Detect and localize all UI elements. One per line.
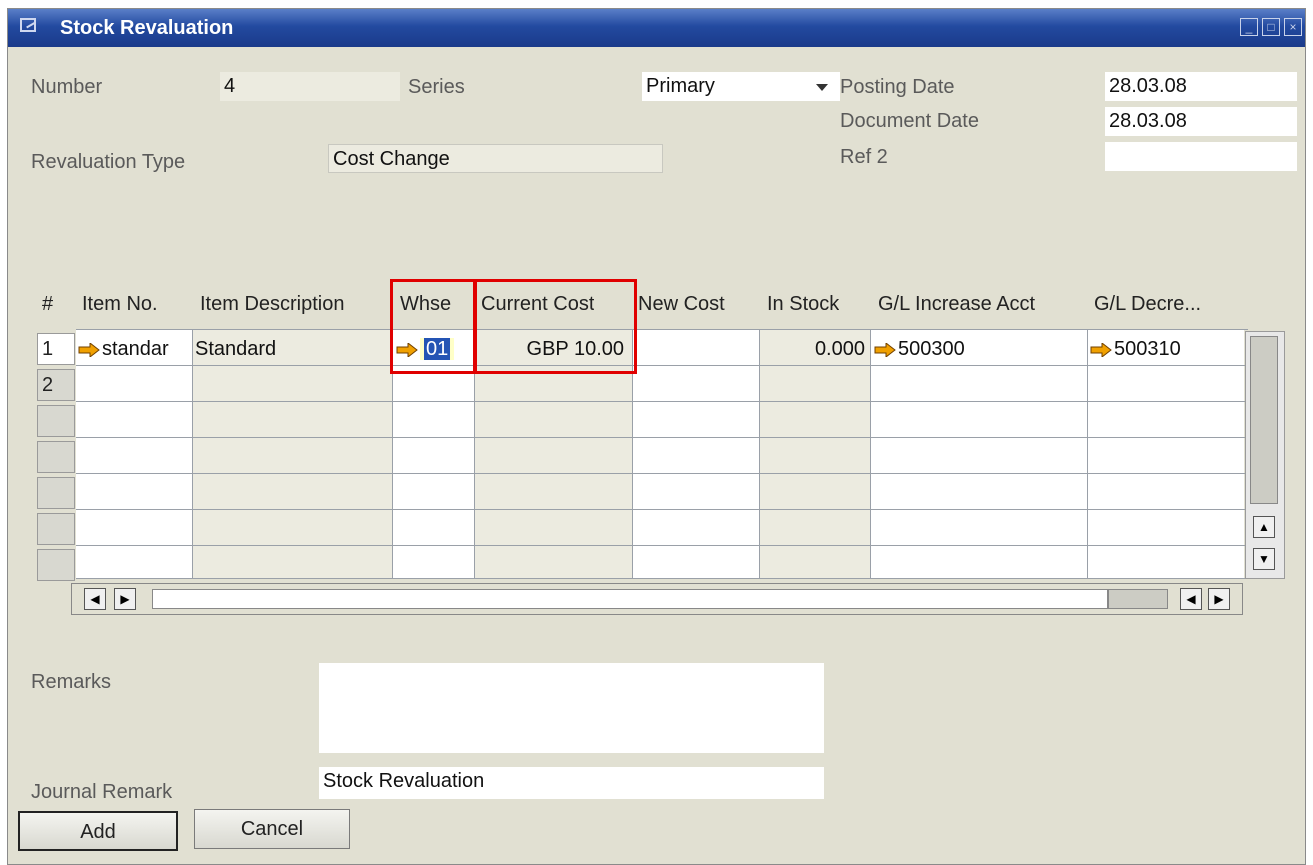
col-bg-item-no (76, 329, 192, 578)
col-header-new-cost[interactable]: New Cost (638, 293, 725, 329)
cancel-button[interactable]: Cancel (194, 809, 350, 849)
revaluation-type-label: Revaluation Type (31, 151, 186, 173)
col-bg-gl-decrease (1087, 329, 1244, 578)
grid-line (76, 509, 1248, 510)
new-cost-cell[interactable] (634, 334, 754, 364)
row-number-3[interactable] (37, 405, 75, 437)
row-number-5[interactable] (37, 477, 75, 509)
link-arrow-icon[interactable] (874, 342, 896, 357)
gl-increase-cell[interactable]: 500300 (874, 334, 1084, 364)
vertical-scrollbar[interactable]: ▲ ▼ (1245, 331, 1285, 579)
highlight-box-whse (390, 279, 477, 374)
series-dropdown[interactable]: Primary (642, 72, 840, 101)
in-stock-cell: 0.000 (814, 338, 865, 360)
revaluation-type-field: Cost Change (328, 144, 663, 173)
remarks-label: Remarks (31, 671, 112, 693)
row-number-2[interactable]: 2 (37, 369, 75, 401)
col-header-item-description[interactable]: Item Description (200, 293, 345, 329)
grid-line (76, 473, 1248, 474)
grid-line (76, 329, 1248, 330)
vertical-scroll-thumb[interactable] (1250, 336, 1278, 504)
row-number-7[interactable] (37, 549, 75, 581)
col-bg-in-stock (759, 329, 870, 578)
posting-date-label: Posting Date (840, 76, 955, 98)
item-no-cell[interactable]: standar (102, 338, 169, 360)
scroll-right-icon-2[interactable]: ▶ (1208, 588, 1230, 610)
minimize-icon[interactable]: _ (1240, 18, 1258, 36)
scroll-down-icon[interactable]: ▼ (1253, 548, 1275, 570)
grid-line (76, 545, 1248, 546)
series-label: Series (408, 76, 465, 98)
stock-revaluation-window: Stock Revaluation _ □ × Number 4 Series … (7, 8, 1306, 865)
highlight-box-current-cost (473, 279, 637, 374)
grid-line (76, 437, 1248, 438)
col-bg-gl-increase (870, 329, 1087, 578)
col-header-num[interactable]: # (42, 293, 53, 329)
posting-date-field[interactable]: 28.03.08 (1105, 72, 1297, 101)
col-bg-new-cost (632, 329, 759, 578)
link-arrow-icon[interactable] (1090, 342, 1112, 357)
col-header-item-no[interactable]: Item No. (82, 293, 158, 329)
scroll-left-icon[interactable]: ◀ (84, 588, 106, 610)
horizontal-scroll-track[interactable] (152, 589, 1108, 609)
number-label: Number (31, 76, 103, 98)
col-bg-item-desc (192, 329, 392, 578)
gl-decrease-cell[interactable]: 500310 (1090, 334, 1242, 364)
journal-remark-label: Journal Remark (31, 781, 173, 803)
document-date-label: Document Date (840, 110, 979, 132)
window-title: Stock Revaluation (60, 17, 234, 39)
grid-line (76, 401, 1248, 402)
close-icon[interactable]: × (1284, 18, 1302, 36)
grid-line (1087, 329, 1088, 578)
number-field: 4 (220, 72, 400, 101)
add-button[interactable]: Add (18, 811, 178, 851)
form-icon (20, 18, 36, 32)
row-number-1[interactable]: 1 (37, 333, 75, 365)
maximize-icon[interactable]: □ (1262, 18, 1280, 36)
grid-line (759, 329, 760, 578)
link-arrow-icon[interactable] (78, 342, 100, 357)
scroll-up-icon[interactable]: ▲ (1253, 516, 1275, 538)
table-row[interactable]: standar (78, 334, 190, 364)
gl-decrease-value: 500310 (1114, 338, 1181, 360)
scroll-left-icon-2[interactable]: ◀ (1180, 588, 1202, 610)
chevron-down-icon[interactable] (816, 84, 828, 91)
horizontal-scrollbar[interactable]: ◀ ▶ ◀ ▶ (71, 583, 1243, 615)
item-description-cell[interactable]: Standard (195, 334, 390, 364)
remarks-textarea[interactable] (319, 663, 824, 753)
ref2-label: Ref 2 (840, 146, 888, 168)
ref2-field[interactable] (1105, 142, 1297, 171)
row-number-4[interactable] (37, 441, 75, 473)
grid-line (76, 578, 1248, 579)
scroll-right-icon[interactable]: ▶ (114, 588, 136, 610)
grid-line (76, 365, 1248, 366)
row-number-6[interactable] (37, 513, 75, 545)
grid-line (192, 329, 193, 578)
col-header-in-stock[interactable]: In Stock (767, 293, 839, 329)
title-bar: Stock Revaluation _ □ × (8, 9, 1305, 47)
horizontal-scroll-thumb[interactable] (1108, 589, 1168, 609)
col-header-gl-increase[interactable]: G/L Increase Acct (878, 293, 1035, 329)
journal-remark-field[interactable]: Stock Revaluation (319, 767, 824, 799)
col-header-gl-decrease[interactable]: G/L Decre... (1094, 293, 1201, 329)
grid-line (870, 329, 871, 578)
document-date-field[interactable]: 28.03.08 (1105, 107, 1297, 136)
gl-increase-value: 500300 (898, 338, 965, 360)
